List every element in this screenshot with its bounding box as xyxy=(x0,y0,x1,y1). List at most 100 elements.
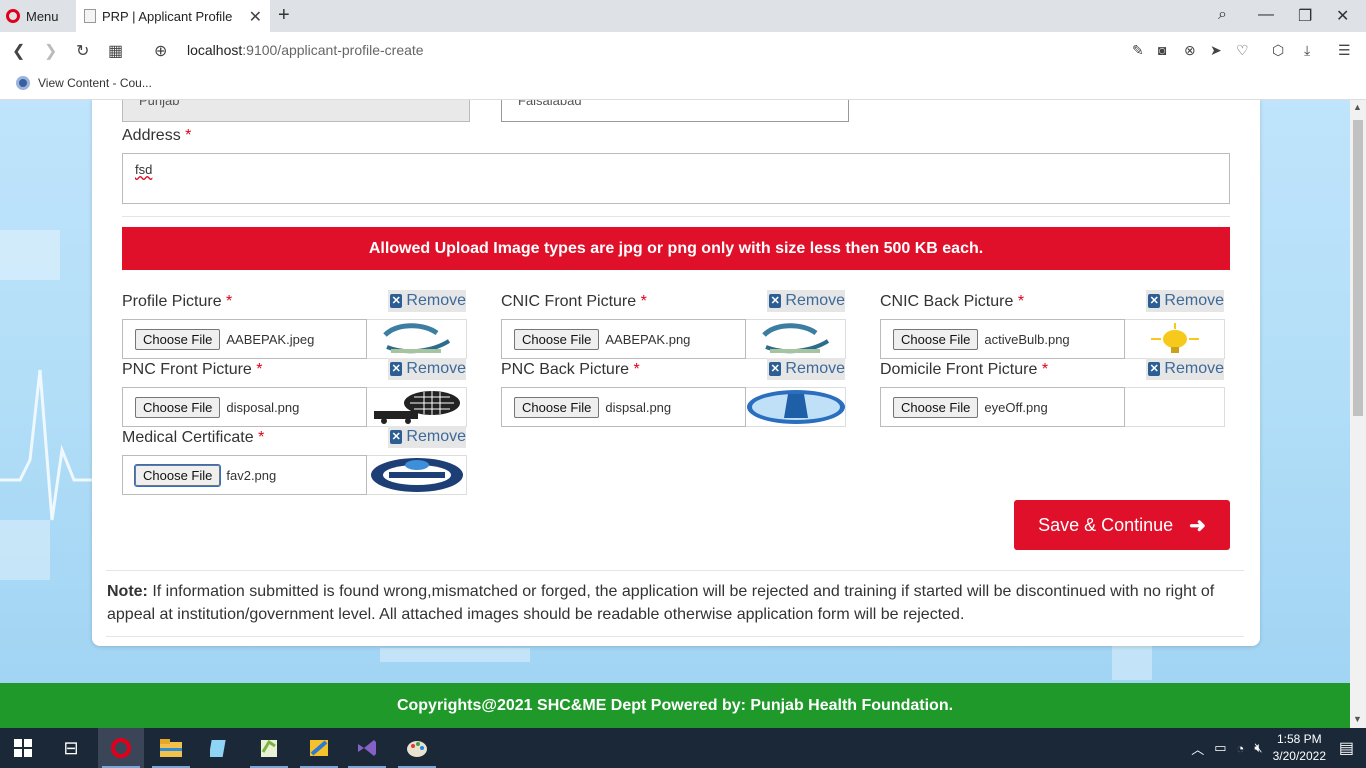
profile-picture-file-input[interactable]: Choose File AABEPAK.jpeg xyxy=(122,319,367,359)
extensions-icon[interactable]: ⬡ xyxy=(1272,42,1284,59)
choose-file-button[interactable]: Choose File xyxy=(514,396,600,418)
medical-certificate-preview xyxy=(367,455,467,495)
restore-icon[interactable]: ❐ xyxy=(1298,6,1312,26)
remove-icon: ✕ xyxy=(390,362,403,376)
choose-file-button[interactable]: Choose File xyxy=(135,396,221,418)
opera-menu-button[interactable]: Menu xyxy=(6,6,59,26)
bookmarks-bar: View Content - Cou... xyxy=(0,68,1366,100)
scroll-down-icon[interactable]: ▼ xyxy=(1353,714,1362,724)
page-favicon-icon xyxy=(84,9,96,23)
close-window-icon[interactable]: ✕ xyxy=(1336,6,1349,26)
send-icon[interactable]: ➤ xyxy=(1210,42,1222,59)
note-text: Note: If information submitted is found … xyxy=(107,583,1215,623)
cnic-back-file-input[interactable]: Choose File activeBulb.png xyxy=(880,319,1125,359)
remove-profile-picture-button[interactable]: ✕ Remove xyxy=(388,290,466,312)
scroll-up-icon[interactable]: ▲ xyxy=(1353,102,1362,112)
notepadpp-icon[interactable] xyxy=(246,728,292,768)
notifications-icon[interactable]: ▤ xyxy=(1339,738,1354,758)
cnic-front-file-input[interactable]: Choose File AABEPAK.png xyxy=(501,319,746,359)
remove-domicile-front-button[interactable]: ✕ Remove xyxy=(1146,358,1224,380)
adblock-icon[interactable]: ⊗ xyxy=(1184,42,1196,59)
snapshot-edit-icon[interactable]: ✎ xyxy=(1132,42,1144,59)
pnc-front-label: PNC Front Picture * xyxy=(122,361,263,378)
save-and-continue-button[interactable]: Save & Continue ➜ xyxy=(1014,500,1230,550)
cnic-back-label: CNIC Back Picture * xyxy=(880,293,1025,310)
note-divider-bottom xyxy=(106,636,1244,637)
close-tab-icon[interactable]: ✕ xyxy=(249,7,262,27)
cnic-back-preview xyxy=(1125,319,1225,359)
address-bar: ❮ ❯ ↻ ▦ ⊕ localhost:9100/applicant-profi… xyxy=(0,32,1366,68)
bg-tile xyxy=(0,230,60,280)
remove-cnic-back-button[interactable]: ✕ Remove xyxy=(1146,290,1224,312)
upload-rules-alert: Allowed Upload Image types are jpg or pn… xyxy=(122,227,1230,270)
remove-cnic-front-button[interactable]: ✕ Remove xyxy=(767,290,845,312)
scroll-thumb[interactable] xyxy=(1353,120,1363,416)
bg-tile xyxy=(380,648,530,662)
form-card: Punjab Faisalabad Address * fsd Allowed … xyxy=(92,100,1260,646)
choose-file-button[interactable]: Choose File xyxy=(893,396,979,418)
battery-icon[interactable]: ▭ xyxy=(1214,740,1226,756)
medical-certificate-file-input[interactable]: Choose File fav2.png xyxy=(122,455,367,495)
download-icon[interactable]: ⤓ xyxy=(1304,42,1310,59)
site-info-icon[interactable]: ⊕ xyxy=(154,41,167,61)
domicile-front-label: Domicile Front Picture * xyxy=(880,361,1049,378)
reload-icon[interactable]: ↻ xyxy=(76,41,89,61)
remove-pnc-front-button[interactable]: ✕ Remove xyxy=(388,358,466,380)
browser-tab-bar: Menu PRP | Applicant Profile ✕ + ⌕ — ❐ ✕ xyxy=(0,0,1366,32)
ecg-line-decoration xyxy=(0,369,92,521)
visual-studio-icon[interactable] xyxy=(344,728,390,768)
file-explorer-icon[interactable] xyxy=(148,728,194,768)
province-select[interactable]: Punjab xyxy=(122,100,470,122)
easy-setup-icon[interactable]: ☰ xyxy=(1338,42,1351,59)
choose-file-button[interactable]: Choose File xyxy=(133,463,222,487)
url-field[interactable]: localhost:9100/applicant-profile-create xyxy=(187,42,424,58)
district-select[interactable]: Faisalabad xyxy=(501,100,849,122)
wifi-icon[interactable]: ◔ xyxy=(1237,741,1245,756)
chevron-up-icon[interactable]: ︿ xyxy=(1191,739,1204,758)
back-icon[interactable]: ❮ xyxy=(12,41,25,61)
task-view-icon[interactable]: ⊟ xyxy=(48,728,94,768)
bookmark-item[interactable]: View Content - Cou... xyxy=(16,76,152,90)
remove-medical-certificate-button[interactable]: ✕ Remove xyxy=(388,426,466,448)
browser-tab[interactable]: PRP | Applicant Profile ✕ xyxy=(76,0,270,32)
pnc-back-file-input[interactable]: Choose File dispsal.png xyxy=(501,387,746,427)
tab-title: PRP | Applicant Profile xyxy=(102,8,233,24)
remove-icon: ✕ xyxy=(769,362,782,376)
arrow-right-icon: ➜ xyxy=(1189,514,1206,537)
bulb-image xyxy=(1150,323,1199,353)
choose-file-button[interactable]: Choose File xyxy=(135,328,221,350)
pnc-front-file-input[interactable]: Choose File disposal.png xyxy=(122,387,367,427)
page-viewport: Punjab Faisalabad Address * fsd Allowed … xyxy=(0,100,1350,728)
page-scrollbar[interactable]: ▲ ▼ xyxy=(1350,100,1366,728)
remove-pnc-back-button[interactable]: ✕ Remove xyxy=(767,358,845,380)
bg-tile xyxy=(1112,640,1152,680)
opera-taskbar-icon[interactable] xyxy=(98,728,144,768)
domicile-front-file-input[interactable]: Choose File eyeOff.png xyxy=(880,387,1125,427)
paint-icon[interactable] xyxy=(394,728,440,768)
remove-icon: ✕ xyxy=(1148,362,1161,376)
speed-dial-icon[interactable]: ▦ xyxy=(108,41,123,61)
logo-swoosh-image xyxy=(761,323,829,354)
heart-icon[interactable]: ♡ xyxy=(1236,42,1249,59)
new-tab-icon[interactable]: + xyxy=(278,4,290,27)
page-footer: Copyrights@2021 SHC&ME Dept Powered by: … xyxy=(0,683,1350,728)
remove-icon: ✕ xyxy=(390,430,403,444)
choose-file-button[interactable]: Choose File xyxy=(893,328,979,350)
windows-taskbar: ⊟ ︿ ▭ ◔ 🔇︎ 1:58 PM 3/20/2022 ▤ xyxy=(0,728,1366,768)
volume-muted-icon[interactable]: 🔇︎ xyxy=(1254,740,1262,756)
sql-tool-icon[interactable] xyxy=(296,728,342,768)
address-label: Address * xyxy=(122,127,192,144)
windows-start-icon[interactable] xyxy=(0,728,46,768)
camera-icon[interactable]: ◙ xyxy=(1158,42,1166,58)
bookmark-label: View Content - Cou... xyxy=(38,76,152,90)
search-icon[interactable]: ⌕ xyxy=(1218,6,1227,24)
minimize-icon[interactable]: — xyxy=(1258,6,1274,24)
notepad-icon[interactable] xyxy=(196,728,242,768)
address-textarea[interactable]: fsd xyxy=(122,153,1230,204)
forward-icon[interactable]: ❯ xyxy=(44,41,57,61)
choose-file-button[interactable]: Choose File xyxy=(514,328,600,350)
water-image xyxy=(747,390,845,424)
taskbar-clock[interactable]: 1:58 PM 3/20/2022 xyxy=(1273,731,1326,765)
profile-picture-label: Profile Picture * xyxy=(122,293,233,310)
remove-icon: ✕ xyxy=(769,294,782,308)
